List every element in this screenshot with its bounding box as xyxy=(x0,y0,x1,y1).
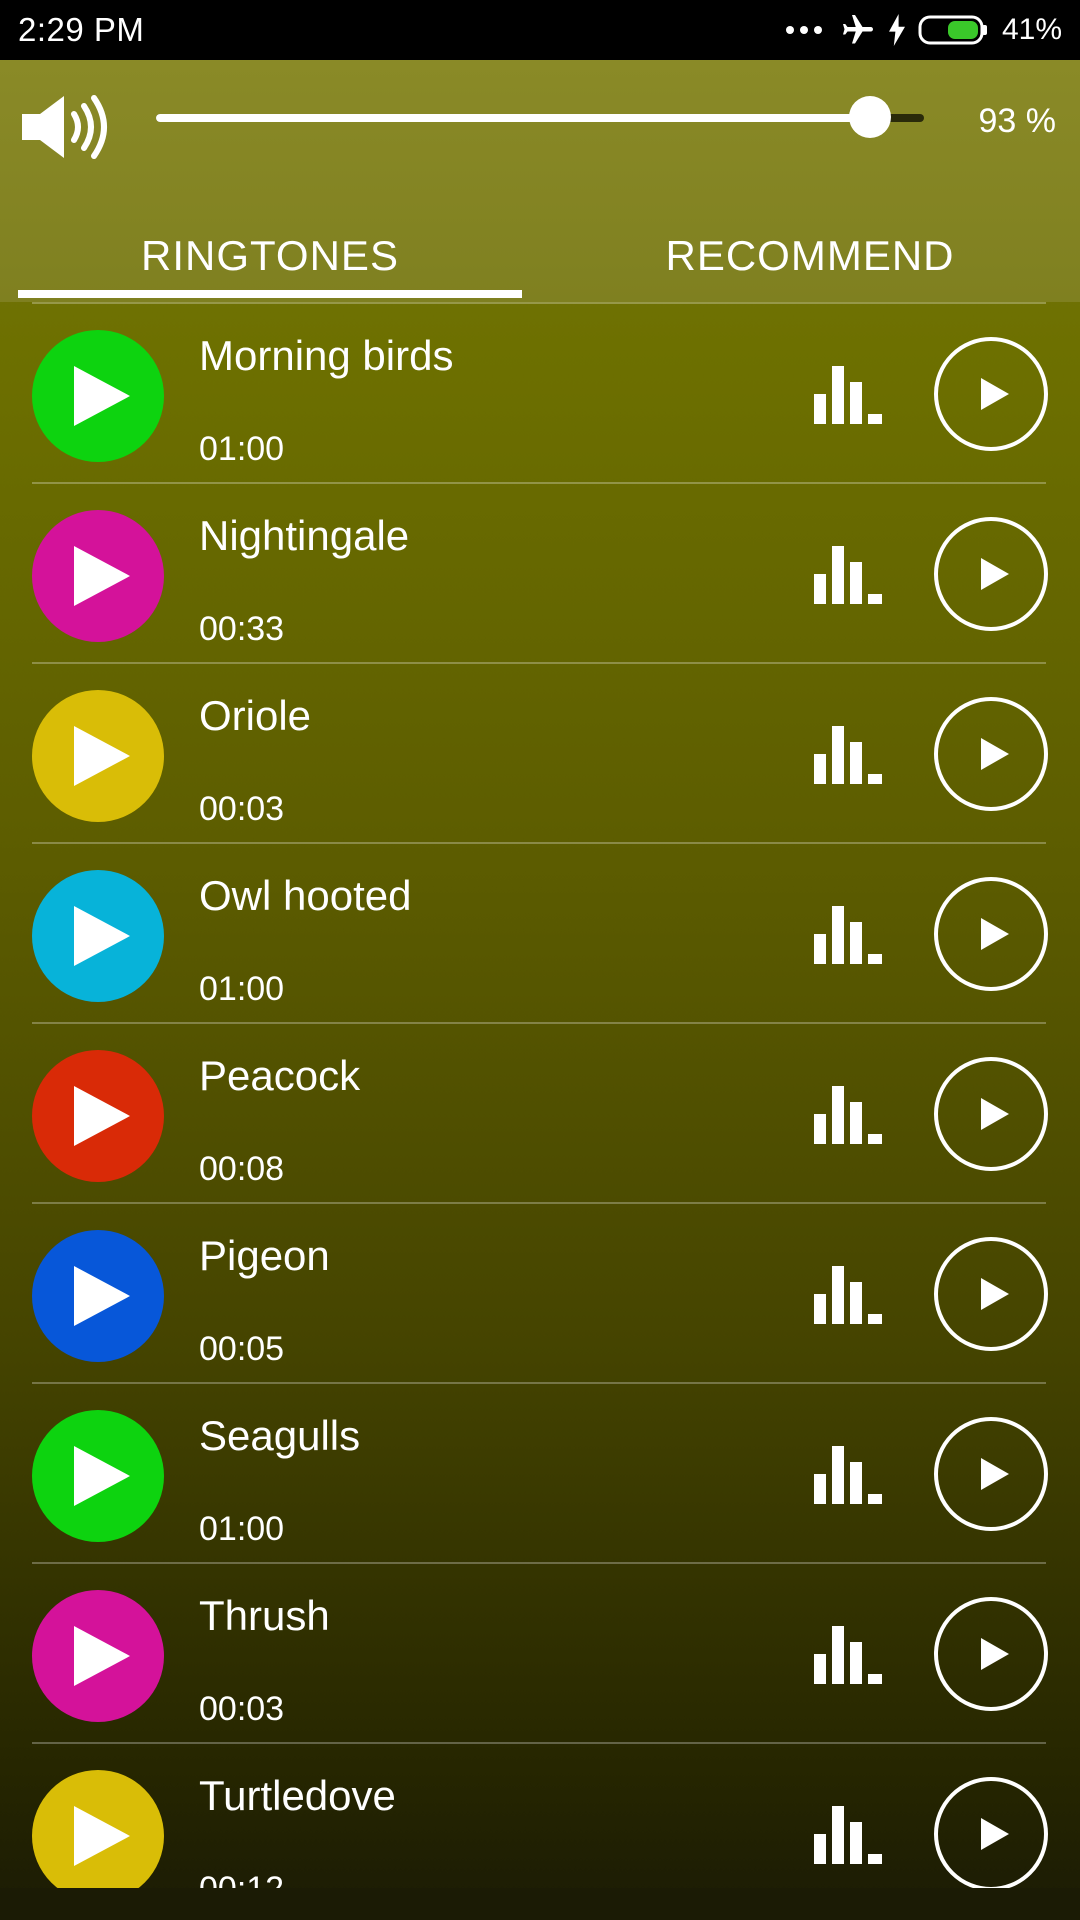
play-button[interactable] xyxy=(934,1597,1048,1711)
list-item[interactable]: Morning birds 01:00 xyxy=(32,302,1048,482)
volume-percent: 93 % xyxy=(978,102,1057,140)
equalizer-icon[interactable] xyxy=(810,1264,886,1324)
play-button[interactable] xyxy=(934,1777,1048,1891)
play-triangle-icon xyxy=(74,906,130,966)
ringtone-duration: 00:03 xyxy=(199,790,285,828)
ringtone-title: Nightingale xyxy=(199,512,410,559)
play-button[interactable] xyxy=(934,1417,1048,1531)
play-icon xyxy=(981,738,1009,770)
play-icon xyxy=(981,1098,1009,1130)
tab-ringtones-label: RINGTONES xyxy=(141,232,399,279)
ringtone-title: Thrush xyxy=(199,1592,330,1639)
volume-slider-thumb[interactable] xyxy=(849,96,892,138)
battery-percent: 41% xyxy=(1001,13,1062,46)
play-button[interactable] xyxy=(934,1237,1048,1351)
header: RINGTONES RECOMMEND xyxy=(0,60,1080,302)
more-dots-icon xyxy=(785,26,822,34)
play-button[interactable] xyxy=(934,517,1048,631)
play-triangle-icon xyxy=(74,1626,130,1686)
ringtone-title: Turtledove xyxy=(199,1772,396,1819)
ringtone-duration: 00:08 xyxy=(199,1150,285,1188)
volume-slider-fill xyxy=(156,114,871,122)
list-item[interactable]: Pigeon 00:05 xyxy=(32,1202,1048,1382)
play-icon xyxy=(981,1278,1009,1310)
play-icon xyxy=(981,1818,1009,1850)
battery-icon xyxy=(918,15,987,45)
play-triangle-icon xyxy=(74,546,130,606)
ringtone-list: Morning birds 01:00 Nightingale 00:33 Or… xyxy=(0,302,1080,1920)
ringtone-title: Pigeon xyxy=(199,1232,330,1279)
ringtone-title: Owl hooted xyxy=(199,872,412,919)
status-icons: 41% xyxy=(785,12,1062,48)
equalizer-icon[interactable] xyxy=(810,544,886,604)
tab-ringtones[interactable]: RINGTONES xyxy=(0,210,540,302)
play-icon xyxy=(981,1638,1009,1670)
equalizer-icon[interactable] xyxy=(810,1084,886,1144)
play-triangle-icon xyxy=(74,1266,130,1326)
equalizer-icon[interactable] xyxy=(810,1624,886,1684)
equalizer-icon[interactable] xyxy=(810,724,886,784)
charging-bolt-icon xyxy=(888,14,905,46)
play-button[interactable] xyxy=(934,697,1048,811)
list-item[interactable]: Oriole 00:03 xyxy=(32,662,1048,842)
ringtone-play-icon[interactable] xyxy=(32,690,164,822)
airplane-icon xyxy=(842,15,873,44)
volume-slider[interactable] xyxy=(156,96,924,138)
play-triangle-icon xyxy=(74,366,130,426)
ringtone-play-icon[interactable] xyxy=(32,1410,164,1542)
battery-level xyxy=(947,21,978,39)
play-icon xyxy=(981,918,1009,950)
list-item[interactable]: Thrush 00:03 xyxy=(32,1562,1048,1742)
ringtone-duration: 00:05 xyxy=(199,1330,285,1368)
speaker-icon[interactable] xyxy=(20,92,108,162)
play-icon xyxy=(981,1458,1009,1490)
ringtone-play-icon[interactable] xyxy=(32,870,164,1002)
play-triangle-icon xyxy=(74,1446,130,1506)
play-triangle-icon xyxy=(74,1086,130,1146)
play-triangle-icon xyxy=(74,1806,130,1866)
ringtone-duration: 01:00 xyxy=(199,970,285,1008)
ringtone-duration: 00:03 xyxy=(199,1690,285,1728)
tab-recommend[interactable]: RECOMMEND xyxy=(540,210,1080,302)
play-button[interactable] xyxy=(934,1057,1048,1171)
play-icon xyxy=(981,378,1009,410)
ringtone-title: Peacock xyxy=(199,1052,361,1099)
ringtone-play-icon[interactable] xyxy=(32,1230,164,1362)
equalizer-icon[interactable] xyxy=(810,364,886,424)
play-triangle-icon xyxy=(74,726,130,786)
status-time: 2:29 PM xyxy=(18,11,145,48)
play-icon xyxy=(981,558,1009,590)
ringtone-play-icon[interactable] xyxy=(32,1050,164,1182)
ringtone-title: Seagulls xyxy=(199,1412,361,1459)
play-button[interactable] xyxy=(934,877,1048,991)
tab-recommend-label: RECOMMEND xyxy=(665,232,955,279)
list-item[interactable]: Peacock 00:08 xyxy=(32,1022,1048,1202)
list-item[interactable]: Nightingale 00:33 xyxy=(32,482,1048,662)
list-item[interactable]: Seagulls 01:00 xyxy=(32,1382,1048,1562)
ringtone-play-icon[interactable] xyxy=(32,1590,164,1722)
equalizer-icon[interactable] xyxy=(810,1444,886,1504)
ringtone-play-icon[interactable] xyxy=(32,330,164,462)
ringtone-title: Morning birds xyxy=(199,332,454,379)
tab-bar: RINGTONES RECOMMEND xyxy=(0,210,1080,302)
equalizer-icon[interactable] xyxy=(810,1804,886,1864)
list-item[interactable]: Owl hooted 01:00 xyxy=(32,842,1048,1022)
ringtone-duration: 01:00 xyxy=(199,430,285,468)
ringtone-duration: 00:33 xyxy=(199,610,285,648)
bottom-edge xyxy=(0,1888,1080,1920)
ringtone-duration: 01:00 xyxy=(199,1510,285,1548)
tab-selected-indicator xyxy=(18,290,522,298)
play-button[interactable] xyxy=(934,337,1048,451)
ringtone-play-icon[interactable] xyxy=(32,510,164,642)
ringtone-title: Oriole xyxy=(199,692,312,739)
ringtone-play-icon[interactable] xyxy=(32,1770,164,1902)
equalizer-icon[interactable] xyxy=(810,904,886,964)
status-bar: 2:29 PM 41% xyxy=(0,0,1080,60)
